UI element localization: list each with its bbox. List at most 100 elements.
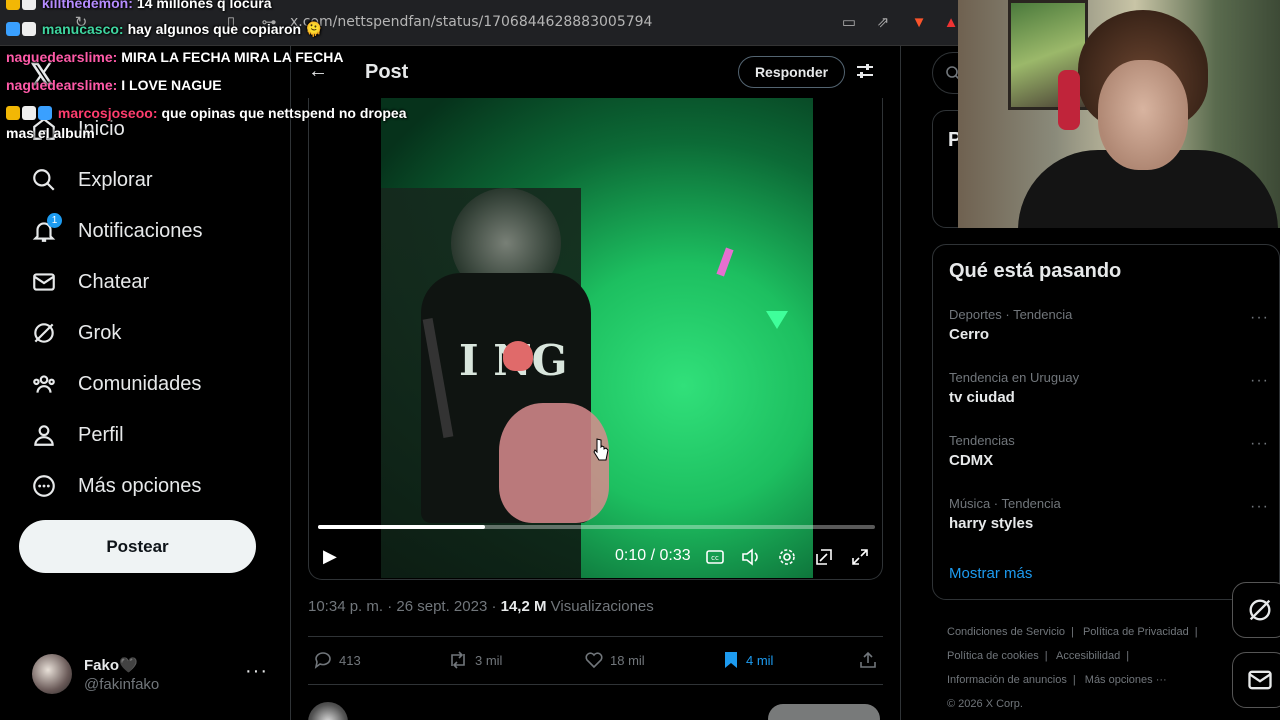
chat-username[interactable]: manucasco: (42, 21, 124, 37)
cast-icon[interactable]: ▭ (840, 14, 858, 32)
nav-item-mas-opciones[interactable]: Más opciones (30, 464, 201, 508)
play-icon[interactable]: ▶ (323, 546, 337, 567)
video-frame[interactable]: I NG (381, 98, 813, 578)
footer-link[interactable]: Política de Privacidad (1083, 626, 1189, 638)
skull-graphic (503, 341, 533, 371)
grok-icon (1249, 599, 1271, 621)
sliders-icon[interactable] (856, 62, 874, 85)
nav-item-comunidades[interactable]: Comunidades (30, 362, 201, 406)
video-progress-bar[interactable] (318, 525, 875, 529)
hand-cursor-icon (593, 438, 609, 467)
badge-icon (6, 106, 20, 120)
nav-item-explorar[interactable]: Explorar (30, 158, 152, 202)
communities-icon (30, 370, 58, 398)
nav-item-perfil[interactable]: Perfil (30, 413, 124, 457)
more-dots-icon[interactable]: ··· (245, 660, 268, 683)
captions-icon[interactable]: cc (704, 546, 726, 568)
video-player[interactable]: I NG ▶ 0:10 / 0:33 cc (308, 98, 883, 580)
search-icon (30, 166, 58, 194)
fullscreen-icon[interactable] (849, 546, 871, 568)
footer-link[interactable]: Accesibilidad (1056, 650, 1120, 662)
bookmark-action[interactable]: 4 mil (722, 650, 773, 670)
headset (1058, 70, 1080, 130)
nav-label: Grok (78, 321, 122, 344)
badge-icon (22, 22, 36, 36)
profile-handle: @fakinfako (84, 675, 160, 693)
footer-link[interactable]: Política de cookies (947, 650, 1039, 662)
tweet-timestamp: 10:34 p. m. · 26 sept. 2023 · 14,2 M Vis… (308, 598, 654, 615)
volume-icon[interactable] (740, 546, 762, 568)
chat-text: I LOVE NAGUE (121, 77, 222, 93)
svg-text:cc: cc (711, 554, 719, 562)
person-icon (30, 421, 58, 449)
more-dots-icon[interactable]: ··· (1250, 435, 1269, 453)
trends-panel: Qué está pasando Deportes · Tendencia Ce… (932, 244, 1280, 600)
trend-category: Tendencias (949, 433, 1015, 448)
envelope-icon (1248, 670, 1272, 690)
like-count: 18 mil (610, 652, 645, 668)
more-dots-icon[interactable]: ··· (1250, 309, 1269, 327)
views-label: Visualizaciones (546, 598, 654, 615)
more-dots-icon[interactable]: ··· (1250, 498, 1269, 516)
badge-icon (22, 0, 36, 10)
footer-separator: | (1071, 626, 1074, 638)
divider (900, 46, 901, 720)
chat-message: naguedearslime: MIRA LA FECHA MIRA LA FEC… (6, 49, 343, 65)
reply-count: 413 (339, 652, 361, 668)
settings-gear-icon[interactable] (776, 546, 798, 568)
footer-separator: | (1194, 626, 1198, 638)
post-button[interactable]: Postear (19, 520, 256, 573)
stage-light (766, 311, 788, 329)
nav-label: Explorar (78, 168, 153, 191)
share-action[interactable] (858, 650, 884, 670)
repost-action[interactable]: 3 mil (447, 650, 502, 670)
badge-icon (38, 106, 52, 120)
chat-text: mas el album (6, 125, 95, 141)
streamer-face (1098, 60, 1188, 170)
footer-link[interactable]: Información de anuncios (947, 674, 1067, 686)
comment-icon (314, 652, 331, 669)
share-icon[interactable]: ⇗ (874, 14, 892, 32)
reply-button[interactable]: Responder (738, 56, 845, 88)
reply-action[interactable]: 413 (313, 650, 361, 670)
show-more-link[interactable]: Mostrar más (949, 565, 1032, 582)
stage-light (716, 247, 734, 277)
badge-icon (6, 22, 20, 36)
chat-message: mas el album (6, 125, 95, 141)
more-dots-icon[interactable]: ··· (1250, 372, 1269, 390)
picture-in-picture-icon[interactable] (813, 546, 835, 568)
footer-link[interactable]: Condiciones de Servicio (947, 626, 1065, 638)
chat-text: hay algunos que copiaron 🫠 (127, 21, 323, 37)
nav-label: Chatear (78, 270, 150, 293)
avatar (32, 654, 72, 694)
nav-item-grok[interactable]: Grok (30, 311, 121, 355)
trend-item[interactable]: Deportes · Tendencia Cerro ··· (949, 307, 1269, 343)
nav-item-chatear[interactable]: Chatear (30, 260, 149, 304)
chat-username[interactable]: naguedearslime: (6, 49, 117, 65)
messages-float-button[interactable] (1232, 652, 1280, 708)
chat-username[interactable]: killthedemon: (42, 0, 133, 11)
trend-category: Deportes · Tendencia (949, 307, 1073, 322)
chat-message: naguedearslime: I LOVE NAGUE (6, 77, 222, 93)
chat-username[interactable]: marcosjoseoo: (58, 105, 158, 121)
like-action[interactable]: 18 mil (584, 650, 645, 670)
trend-item[interactable]: Tendencias CDMX ··· (949, 433, 1269, 469)
video-time: 0:10 / 0:33 (615, 547, 691, 564)
timestamp-text[interactable]: 10:34 p. m. · 26 sept. 2023 · (308, 598, 501, 615)
account-switcher[interactable]: Fako🖤 @fakinfako ··· (32, 652, 282, 696)
brave-shield-icon[interactable]: ▼ (910, 14, 928, 32)
footer-separator: | (1044, 650, 1048, 662)
footer-separator: | (1126, 650, 1130, 662)
trend-item[interactable]: Tendencia en Uruguay tv ciudad ··· (949, 370, 1269, 406)
chat-message: manucasco: hay algunos que copiaron 🫠 (6, 21, 322, 38)
trend-item[interactable]: Música · Tendencia harry styles ··· (949, 496, 1269, 532)
divider (308, 684, 883, 685)
footer-link[interactable]: Más opciones ··· (1085, 674, 1167, 686)
chat-username[interactable]: naguedearslime: (6, 77, 117, 93)
grok-float-button[interactable] (1232, 582, 1280, 638)
bell-icon: 1 (30, 213, 62, 245)
reply-compose-button[interactable] (768, 704, 880, 720)
chat-message: marcosjoseoo: que opinas que nettspend no… (6, 105, 407, 121)
nav-item-notificaciones[interactable]: 1 Notificaciones (30, 209, 203, 253)
badge-icon (22, 106, 36, 120)
